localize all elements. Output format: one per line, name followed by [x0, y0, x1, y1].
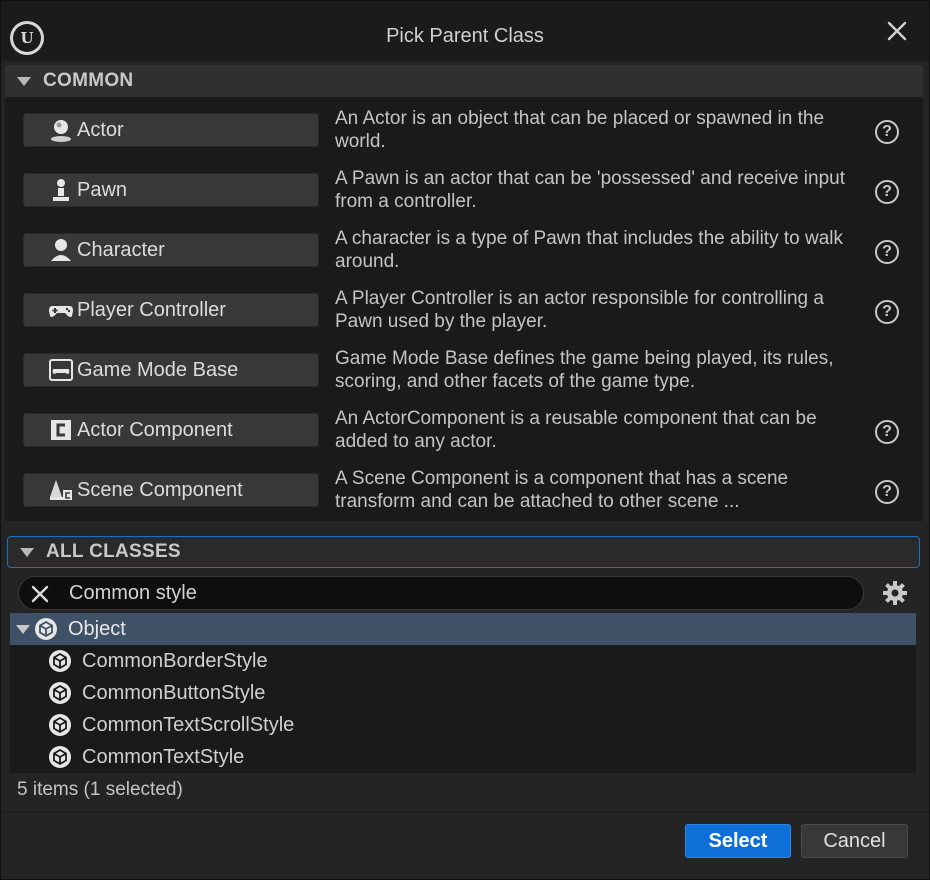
all-classes-section-title: ALL CLASSES — [46, 541, 181, 562]
common-class-row-pawn: Pawn A Pawn is an actor that can be 'pos… — [5, 157, 923, 217]
tree-row-label: Object — [68, 617, 126, 640]
pawn-class-button[interactable]: Pawn — [23, 173, 319, 207]
class-description: A Scene Component is a component that ha… — [335, 468, 789, 512]
tree-row-label: CommonButtonStyle — [82, 681, 266, 704]
tree-row-label: CommonBorderStyle — [82, 649, 268, 672]
actor-component-class-button[interactable]: Actor Component — [23, 413, 319, 447]
scene-component-icon — [46, 475, 76, 505]
common-class-row-actor-component: Actor Component An ActorComponent is a r… — [5, 397, 923, 457]
cancel-button[interactable]: Cancel — [801, 824, 908, 858]
object-class-icon — [49, 714, 71, 736]
actor-component-icon — [46, 415, 76, 445]
actor-class-button[interactable]: Actor — [23, 113, 319, 147]
class-tree: Object CommonBorderStyle CommonButtonSty… — [10, 613, 916, 773]
class-button-label: Player Controller — [77, 298, 226, 321]
gamepad-icon — [46, 295, 76, 325]
help-icon[interactable]: ? — [875, 480, 899, 504]
tree-row-object[interactable]: Object — [10, 613, 916, 645]
object-class-icon — [49, 650, 71, 672]
common-class-row-actor: Actor An Actor is an object that can be … — [5, 97, 923, 157]
class-button-label: Pawn — [77, 178, 128, 201]
pick-parent-class-dialog: U Pick Parent Class COMMON Actor An Acto… — [0, 0, 930, 880]
help-icon[interactable]: ? — [875, 180, 899, 204]
common-class-row-player-controller: Player Controller A Player Controller is… — [5, 277, 923, 337]
common-classes-panel: Actor An Actor is an object that can be … — [5, 97, 923, 521]
pawn-icon — [46, 175, 76, 205]
common-class-row-character: Character A character is a type of Pawn … — [5, 217, 923, 277]
class-search-input[interactable] — [69, 579, 849, 607]
select-button[interactable]: Select — [685, 824, 791, 858]
class-description: A Player Controller is an actor responsi… — [335, 288, 824, 332]
object-class-icon — [49, 682, 71, 704]
scene-component-class-button[interactable]: Scene Component — [23, 473, 319, 507]
tree-row-class[interactable]: CommonButtonStyle — [10, 677, 916, 709]
help-icon[interactable]: ? — [875, 420, 899, 444]
class-button-label: Scene Component — [77, 478, 243, 501]
common-class-row-scene-component: Scene Component A Scene Component is a c… — [5, 457, 923, 517]
class-button-label: Character — [77, 238, 165, 261]
expand-triangle-icon[interactable] — [16, 624, 30, 634]
help-icon[interactable]: ? — [875, 300, 899, 324]
common-class-row-game-mode-base: Game Mode Base Game Mode Base defines th… — [5, 337, 923, 397]
common-section-header[interactable]: COMMON — [5, 65, 923, 97]
collapse-triangle-icon — [20, 547, 34, 557]
help-icon[interactable]: ? — [875, 240, 899, 264]
dialog-title: Pick Parent Class — [386, 25, 544, 47]
class-description: Game Mode Base defines the game being pl… — [335, 348, 834, 392]
all-classes-section-header[interactable]: ALL CLASSES — [7, 536, 920, 568]
game-mode-icon — [46, 355, 76, 385]
character-bust-icon — [46, 235, 76, 265]
clear-search-icon[interactable] — [29, 583, 51, 605]
object-class-icon — [35, 618, 57, 640]
tree-row-class[interactable]: CommonTextScrollStyle — [10, 709, 916, 741]
common-section-title: COMMON — [43, 70, 134, 91]
class-description: A character is a type of Pawn that inclu… — [335, 228, 843, 272]
class-description: An ActorComponent is a reusable componen… — [335, 408, 817, 452]
actor-sphere-icon — [46, 115, 76, 145]
item-count-status: 5 items (1 selected) — [17, 779, 183, 800]
class-search-box — [18, 576, 864, 610]
tree-row-class[interactable]: CommonTextStyle — [10, 741, 916, 773]
class-button-label: Game Mode Base — [77, 358, 239, 381]
tree-row-label: CommonTextScrollStyle — [82, 713, 295, 736]
collapse-triangle-icon — [17, 76, 31, 86]
class-button-label: Actor Component — [77, 418, 233, 441]
help-icon[interactable]: ? — [875, 120, 899, 144]
tree-row-label: CommonTextStyle — [82, 745, 245, 768]
title-bar: U Pick Parent Class — [1, 1, 929, 61]
tree-row-class[interactable]: CommonBorderStyle — [10, 645, 916, 677]
character-class-button[interactable]: Character — [23, 233, 319, 267]
class-description: A Pawn is an actor that can be 'possesse… — [335, 168, 846, 212]
gear-icon[interactable] — [881, 579, 909, 607]
object-class-icon — [49, 746, 71, 768]
player-controller-class-button[interactable]: Player Controller — [23, 293, 319, 327]
class-description: An Actor is an object that can be placed… — [335, 108, 825, 152]
game-mode-base-class-button[interactable]: Game Mode Base — [23, 353, 319, 387]
class-button-label: Actor — [77, 118, 124, 141]
close-icon[interactable] — [885, 19, 909, 43]
